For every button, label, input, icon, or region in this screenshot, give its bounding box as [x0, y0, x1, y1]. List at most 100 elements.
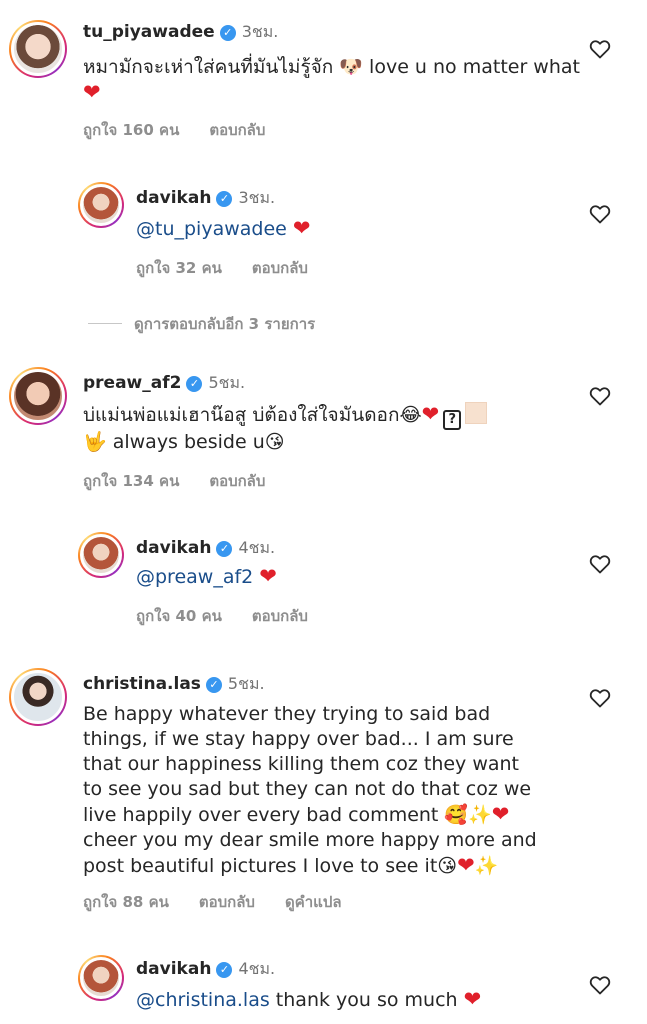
- comment-line: post beautiful pictures I love to see it…: [83, 853, 603, 879]
- comment-text-part: live happily over every bad comment: [83, 804, 445, 826]
- red-heart-emoji-icon: ❤: [457, 853, 475, 877]
- comment-line: things, if we stay happy over bad... I a…: [83, 728, 514, 750]
- face-blowing-kiss-emoji-icon: 😘: [437, 855, 458, 877]
- red-heart-emoji-icon: ❤: [259, 564, 277, 588]
- comment-tu-piyawadee: tu_piyawadee ✓ 3ชม. หมามักจะเห่าใส่คนที่มั…: [0, 0, 647, 150]
- face-blowing-kiss-emoji-icon: 😘: [264, 431, 285, 453]
- tears-of-joy-emoji-icon: 😂: [399, 404, 422, 426]
- verified-badge-icon: ✓: [205, 677, 222, 693]
- mention-link[interactable]: @tu_piyawadee: [136, 218, 287, 240]
- reply-button[interactable]: ตอบกลับ: [209, 472, 265, 490]
- sparkles-emoji-icon: ✨: [468, 804, 492, 826]
- red-heart-emoji-icon: ❤: [292, 216, 311, 240]
- comment-meta: ถูกใจ 134 คน ตอบกลับ: [83, 469, 295, 493]
- mention-link[interactable]: @christina.las: [136, 989, 270, 1011]
- love-you-gesture-emoji-icon: 🤟: [83, 431, 107, 453]
- like-count[interactable]: ถูกใจ 32 คน: [136, 259, 222, 277]
- comment-text-part: always beside u: [106, 431, 265, 453]
- comment-text: @tu_piyawadee ❤: [136, 216, 576, 242]
- avatar[interactable]: [80, 184, 122, 226]
- like-heart-icon[interactable]: [589, 38, 611, 60]
- comment-time: 4ชม.: [238, 959, 276, 978]
- comment-meta: ถูกใจ 88 คน ตอบกลับ ดูคำแปล: [83, 890, 372, 914]
- like-count[interactable]: ถูกใจ 40 คน: [136, 607, 222, 625]
- avatar-story-ring[interactable]: [9, 20, 67, 78]
- avatar[interactable]: [11, 369, 65, 423]
- like-count[interactable]: ถูกใจ 134 คน: [83, 472, 179, 490]
- username-text[interactable]: tu_piyawadee: [83, 22, 215, 42]
- verified-badge-icon: ✓: [186, 376, 203, 392]
- username-text[interactable]: davikah: [136, 959, 211, 979]
- verified-badge-icon: ✓: [216, 541, 233, 557]
- comment-time: 3ชม.: [238, 188, 276, 207]
- comment-text: @preaw_af2 ❤: [136, 564, 576, 590]
- comment-preaw-af2: preaw_af2 ✓ 5ชม. บ่แม่นพ่อแม่เฮาน๊อสู บ่ต้…: [0, 355, 647, 495]
- dog-face-emoji-icon: 🐶: [339, 56, 364, 78]
- reply-davikah-2: davikah ✓ 4ชม. @preaw_af2 ❤ ถูกใจ 40 คน ตอบ…: [0, 520, 647, 635]
- comment-text: หมามักจะเห่าใส่คนที่มันไม่รู้จัก 🐶 love …: [83, 55, 583, 106]
- comment-line: to see you sad but they can not do that …: [83, 778, 532, 800]
- see-translation-button[interactable]: ดูคำแปล: [285, 893, 342, 911]
- mention-link[interactable]: @preaw_af2: [136, 566, 253, 588]
- red-heart-emoji-icon: ❤: [83, 80, 101, 104]
- reply-button[interactable]: ตอบกลับ: [252, 607, 308, 625]
- reply-davikah-1: davikah ✓ 3ชม. @tu_piyawadee ❤ ถูกใจ 32 คน…: [0, 170, 647, 290]
- sparkles-emoji-icon: ✨: [474, 855, 499, 877]
- comment-text: Be happy whatever they trying to said ba…: [83, 702, 603, 879]
- comment-meta: ถูกใจ 160 คน ตอบกลับ: [83, 118, 295, 142]
- verified-badge-icon: ✓: [216, 962, 233, 978]
- view-more-replies-button[interactable]: ดูการตอบกลับอีก 3 รายการ: [88, 312, 315, 336]
- username-text[interactable]: preaw_af2: [83, 373, 181, 393]
- comment-username[interactable]: davikah ✓ 3ชม.: [136, 186, 275, 211]
- like-heart-icon[interactable]: [589, 553, 611, 575]
- avatar-story-ring[interactable]: [78, 182, 124, 228]
- comment-meta: ถูกใจ 32 คน ตอบกลับ: [136, 256, 338, 280]
- comment-text-part: thank you so much: [269, 989, 464, 1011]
- username-text[interactable]: davikah: [136, 188, 211, 208]
- username-text[interactable]: davikah: [136, 538, 211, 558]
- comment-meta: ถูกใจ 40 คน ตอบกลับ: [136, 604, 338, 628]
- avatar-story-ring[interactable]: [9, 668, 67, 726]
- avatar-story-ring[interactable]: [78, 532, 124, 578]
- reply-button[interactable]: ตอบกลับ: [209, 121, 265, 139]
- avatar-story-ring[interactable]: [9, 367, 67, 425]
- comment-line: live happily over every bad comment 🥰✨❤: [83, 802, 603, 828]
- like-heart-icon[interactable]: [589, 974, 611, 996]
- like-count[interactable]: ถูกใจ 88 คน: [83, 893, 169, 911]
- username-text[interactable]: christina.las: [83, 674, 201, 694]
- comment-time: 5ชม.: [227, 674, 265, 693]
- comment-time: 3ชม.: [241, 22, 279, 41]
- verified-badge-icon: ✓: [219, 25, 236, 41]
- like-heart-icon[interactable]: [589, 687, 611, 709]
- view-more-replies-label[interactable]: ดูการตอบกลับอีก 3 รายการ: [134, 315, 315, 333]
- comment-line: that our happiness killing them coz they…: [83, 753, 520, 775]
- reply-davikah-3: davikah ✓ 4ชม. @christina.las thank you so…: [0, 945, 647, 1024]
- avatar[interactable]: [11, 670, 65, 724]
- avatar-story-ring[interactable]: [78, 955, 124, 1001]
- verified-badge-icon: ✓: [216, 191, 233, 207]
- comment-username[interactable]: davikah ✓ 4ชม.: [136, 536, 275, 561]
- comment-text: @christina.las thank you so much ❤: [136, 987, 576, 1013]
- avatar[interactable]: [11, 22, 65, 76]
- red-heart-emoji-icon: ❤: [421, 402, 440, 426]
- like-heart-icon[interactable]: [589, 385, 611, 407]
- reply-button[interactable]: ตอบกลับ: [199, 893, 255, 911]
- comment-line: Be happy whatever they trying to said ba…: [83, 703, 491, 725]
- unknown-glyph-icon: ?: [443, 410, 462, 430]
- comment-username[interactable]: christina.las ✓ 5ชม.: [83, 672, 265, 697]
- divider-line: [88, 323, 122, 324]
- comment-text-part: หมามักจะเห่าใส่คนที่มันไม่รู้จัก: [83, 56, 340, 78]
- red-heart-emoji-icon: ❤: [463, 987, 482, 1011]
- comment-username[interactable]: davikah ✓ 4ชม.: [136, 957, 275, 982]
- comment-username[interactable]: tu_piyawadee ✓ 3ชม.: [83, 20, 278, 45]
- comment-christina-las: christina.las ✓ 5ชม. Be happy whatever the…: [0, 660, 647, 920]
- comment-username[interactable]: preaw_af2 ✓ 5ชม.: [83, 371, 245, 396]
- like-count[interactable]: ถูกใจ 160 คน: [83, 121, 179, 139]
- comment-text-part: บ่แม่นพ่อแม่เฮาน๊อสู บ่ต้องใส่ใจมันดอก: [83, 404, 400, 426]
- reply-button[interactable]: ตอบกลับ: [252, 259, 308, 277]
- avatar[interactable]: [80, 957, 122, 999]
- comment-time: 4ชม.: [238, 538, 276, 557]
- smiling-face-with-hearts-emoji-icon: 🥰: [444, 804, 469, 826]
- like-heart-icon[interactable]: [589, 203, 611, 225]
- avatar[interactable]: [80, 534, 122, 576]
